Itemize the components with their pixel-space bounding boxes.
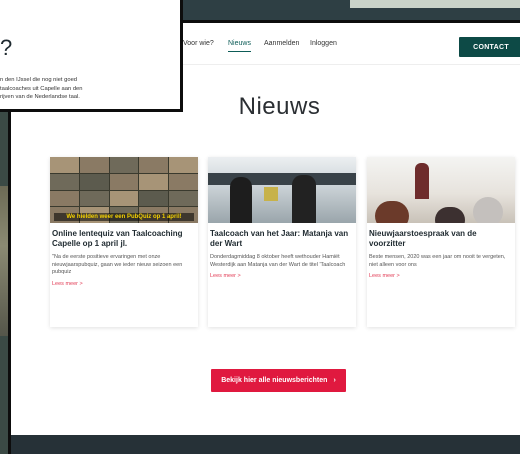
news-card-title[interactable]: Nieuwjaarstoespraak van de voorzitter: [367, 223, 515, 249]
background-window-top-tint: [350, 0, 520, 8]
news-card-excerpt: "Na de eerste positieve ervaringen met o…: [52, 254, 183, 275]
news-card-image-zoom-call[interactable]: We hielden weer een PubQuiz op 1 april!: [50, 157, 198, 223]
footer: [11, 435, 520, 454]
read-more-link[interactable]: Lees meer >: [208, 269, 356, 279]
contact-button[interactable]: CONTACT: [459, 37, 520, 57]
popup-heading: ?: [0, 35, 13, 60]
all-news-button[interactable]: Bekijk hier alle nieuwsberichten ›: [211, 369, 346, 392]
popup-text: n den IJssel die nog niet goed taalcoach…: [0, 77, 83, 100]
news-card-image-award[interactable]: [208, 157, 356, 223]
news-card-title[interactable]: Online lentequiz van Taalcoaching Capell…: [50, 223, 198, 249]
news-card-image-speech[interactable]: [367, 157, 515, 223]
news-card[interactable]: We hielden weer een PubQuiz op 1 april! …: [50, 157, 198, 327]
nav-link-aanmelden[interactable]: Aanmelden: [264, 40, 299, 47]
image-caption: We hielden weer een PubQuiz op 1 april!: [54, 213, 194, 221]
news-card[interactable]: Taalcoach van het Jaar: Matanja van der …: [208, 157, 356, 327]
read-more-link[interactable]: Lees meer >: [367, 269, 515, 279]
read-more-link[interactable]: Lees meer >: [50, 277, 198, 287]
news-card[interactable]: Nieuwjaarstoespraak van de voorzitter Be…: [367, 157, 515, 327]
nav-link-nieuws[interactable]: Nieuws: [228, 40, 251, 52]
all-news-button-label: Bekijk hier alle nieuwsberichten: [221, 377, 328, 384]
award-frame: [264, 187, 278, 201]
news-card-title[interactable]: Taalcoach van het Jaar: Matanja van der …: [208, 223, 356, 249]
news-card-excerpt: Beste mensen, 2020 was een jaar om nooit…: [369, 254, 506, 268]
overlapping-window: ? n den IJssel die nog niet goed taalcoa…: [0, 0, 183, 112]
nav-link-voor-wie[interactable]: Voor wie?: [183, 40, 214, 47]
nav-link-inloggen[interactable]: Inloggen: [310, 40, 337, 47]
background-window-top: [180, 0, 520, 20]
chevron-right-icon: ›: [333, 377, 336, 384]
news-card-excerpt: Donderdagmiddag 8 oktober heeft wethoude…: [210, 254, 346, 268]
